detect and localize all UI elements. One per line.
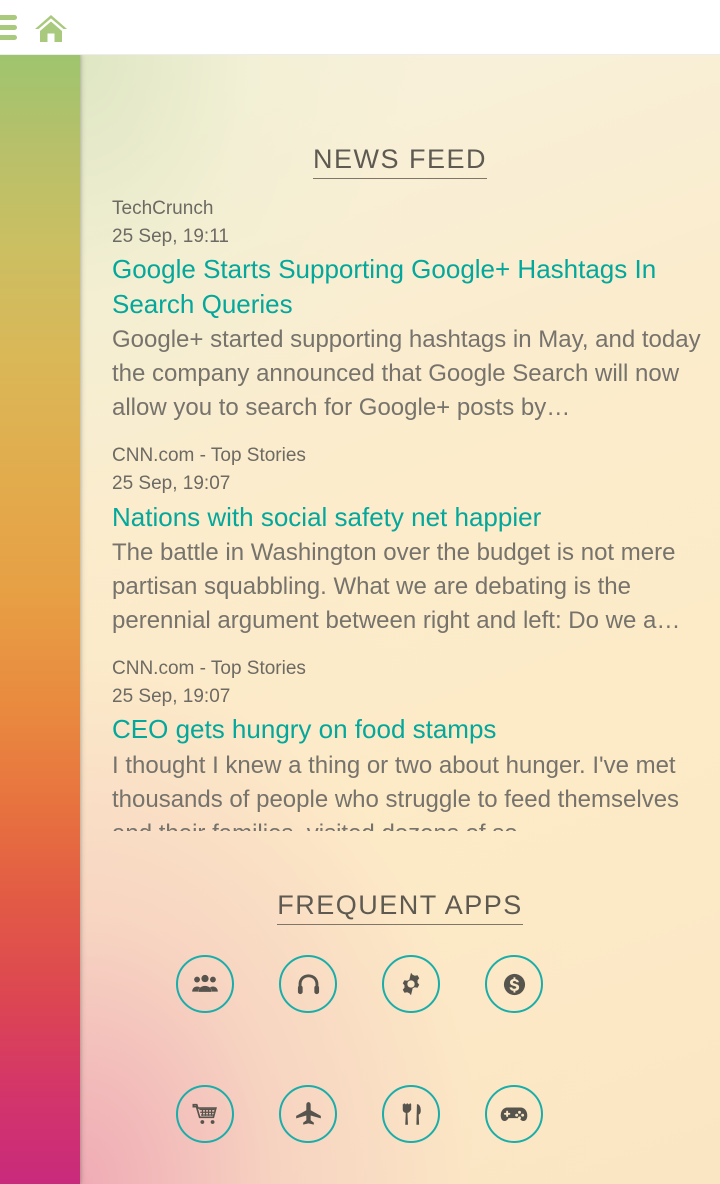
app-circle[interactable] xyxy=(279,1085,337,1143)
hamburger-bar xyxy=(0,15,17,20)
frequent-apps-heading: FREQUENT APPS xyxy=(80,890,720,925)
app-shortcut-music[interactable] xyxy=(279,955,337,1013)
news-feed-list[interactable]: TechCrunch 25 Sep, 19:11 Google Starts S… xyxy=(112,195,720,831)
news-feed-heading: NEWS FEED xyxy=(80,144,720,179)
news-description: I thought I knew a thing or two about hu… xyxy=(112,752,680,831)
news-title[interactable]: Google Starts Supporting Google+ Hashtag… xyxy=(112,252,720,321)
frequent-apps-row xyxy=(80,1085,720,1143)
app-shortcut-shopping[interactable] xyxy=(176,1085,234,1143)
app-circle[interactable] xyxy=(382,1085,440,1143)
airplane-icon xyxy=(294,1100,323,1129)
news-item[interactable]: CNN.com - Top Stories 25 Sep, 19:07 Nati… xyxy=(112,442,720,638)
frequent-apps-grid xyxy=(80,955,720,1184)
news-item[interactable]: CNN.com - Top Stories 25 Sep, 19:07 CEO … xyxy=(112,655,720,831)
fork-knife-restaurant-icon xyxy=(399,1101,424,1128)
game-controller-icon xyxy=(499,1099,529,1129)
dollar-coin-icon xyxy=(501,971,528,998)
frequent-apps-heading-label: FREQUENT APPS xyxy=(277,890,523,925)
app-circle[interactable] xyxy=(176,1085,234,1143)
app-circle[interactable] xyxy=(176,955,234,1013)
news-feed-heading-label: NEWS FEED xyxy=(312,144,487,179)
main-content-panel: NEWS FEED TechCrunch 25 Sep, 19:11 Googl… xyxy=(80,55,720,1184)
news-title[interactable]: Nations with social safety net happier xyxy=(112,500,720,535)
news-date: 25 Sep, 19:07 xyxy=(112,473,231,495)
shopping-cart-icon xyxy=(192,1101,219,1128)
hamburger-bar xyxy=(0,25,17,30)
app-shortcut-travel[interactable] xyxy=(279,1085,337,1143)
news-description: The battle in Washington over the budget… xyxy=(112,539,681,635)
news-date: 25 Sep, 19:07 xyxy=(112,685,231,707)
people-group-icon xyxy=(191,970,219,998)
app-shortcut-people[interactable] xyxy=(176,955,234,1013)
app-circle[interactable] xyxy=(382,955,440,1013)
app-shortcut-settings[interactable] xyxy=(382,955,440,1013)
news-source: TechCrunch xyxy=(112,198,214,219)
news-source: CNN.com - Top Stories xyxy=(112,658,306,680)
headphones-icon xyxy=(295,971,322,998)
news-description: Google+ started supporting hashtags in M… xyxy=(112,326,701,422)
news-title[interactable]: CEO gets hungry on food stamps xyxy=(112,712,720,747)
app-shortcut-games[interactable] xyxy=(485,1085,543,1143)
app-shortcut-restaurant[interactable] xyxy=(382,1085,440,1143)
top-action-bar xyxy=(0,0,720,55)
hamburger-menu-icon[interactable] xyxy=(0,15,21,41)
news-date: 25 Sep, 19:11 xyxy=(112,225,229,247)
news-item[interactable]: TechCrunch 25 Sep, 19:11 Google Starts S… xyxy=(112,195,720,425)
news-source: CNN.com - Top Stories xyxy=(112,445,306,467)
frequent-apps-row xyxy=(80,955,720,1013)
app-circle[interactable] xyxy=(485,955,543,1013)
app-circle[interactable] xyxy=(279,955,337,1013)
app-circle[interactable] xyxy=(485,1085,543,1143)
left-color-rail[interactable] xyxy=(0,55,80,1184)
app-shortcut-finance[interactable] xyxy=(485,955,543,1013)
app-screen: NEWS FEED TechCrunch 25 Sep, 19:11 Googl… xyxy=(0,0,720,1184)
hamburger-bar xyxy=(0,35,17,40)
gear-settings-icon xyxy=(398,971,424,997)
home-icon[interactable] xyxy=(33,10,69,46)
